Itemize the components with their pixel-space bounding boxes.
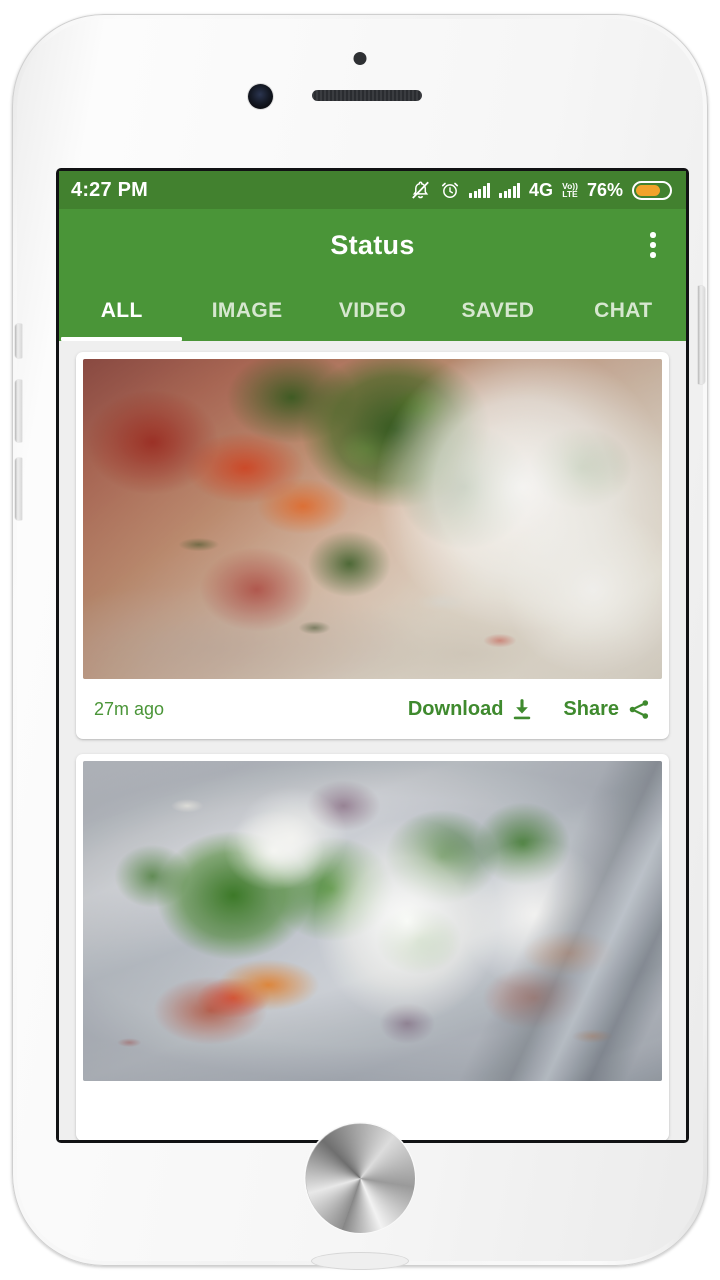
download-icon — [514, 698, 531, 719]
status-clock: 4:27 PM — [71, 178, 148, 201]
card-actions: Download Share — [408, 698, 651, 721]
home-button[interactable] — [305, 1123, 415, 1233]
share-icon — [629, 699, 649, 719]
earpiece-speaker-icon — [312, 90, 422, 101]
download-button[interactable]: Download — [408, 698, 534, 721]
tab-chat[interactable]: CHAT — [561, 281, 686, 341]
volume-down-button[interactable] — [15, 458, 22, 520]
volte-icon: Vo)) LTE — [562, 181, 578, 199]
tab-all[interactable]: ALL — [59, 281, 184, 341]
list-item[interactable]: 27m ago Download Share — [76, 352, 669, 739]
power-button[interactable] — [698, 286, 705, 384]
more-vertical-icon[interactable] — [638, 228, 668, 262]
download-label: Download — [407, 697, 504, 720]
tab-image[interactable]: IMAGE — [184, 281, 309, 341]
page-title: Status — [330, 229, 415, 260]
status-bar: 4:27 PM 4G Vo)) LTE 76% — [59, 171, 686, 209]
card-footer: 27m ago Download Share — [76, 679, 669, 739]
screen-bezel: 4:27 PM 4G Vo)) LTE 76% Status ALL IMAGE… — [56, 168, 689, 1143]
tab-bar: ALL IMAGE VIDEO SAVED CHAT — [59, 281, 686, 341]
tab-saved[interactable]: SAVED — [435, 281, 560, 341]
phone-device-frame: 4:27 PM 4G Vo)) LTE 76% Status ALL IMAGE… — [12, 14, 708, 1269]
battery-percent-label: 76% — [586, 179, 623, 200]
app-bar: Status — [59, 209, 686, 281]
alarm-icon — [441, 182, 459, 199]
food-photo-image — [83, 359, 662, 679]
dot — [650, 252, 656, 258]
front-camera-icon — [248, 84, 273, 109]
tab-video[interactable]: VIDEO — [310, 281, 435, 341]
status-media-thumbnail[interactable] — [83, 359, 662, 679]
phone-screen: 4:27 PM 4G Vo)) LTE 76% Status ALL IMAGE… — [59, 171, 686, 1140]
battery-fill — [636, 184, 661, 196]
dot — [650, 232, 656, 238]
volte-bottom-label: LTE — [562, 189, 578, 199]
network-type-label: 4G — [529, 179, 554, 200]
mute-switch[interactable] — [15, 324, 22, 358]
signal-bars-icon-2 — [499, 182, 521, 198]
dot — [650, 242, 656, 248]
share-button[interactable]: Share — [563, 698, 651, 721]
food-photo-image — [83, 761, 662, 1081]
signal-bars-icon — [469, 182, 491, 198]
status-feed-list[interactable]: 27m ago Download Share — [59, 341, 686, 1140]
volume-up-button[interactable] — [15, 380, 22, 442]
proximity-sensor-icon — [353, 52, 367, 65]
status-bar-icons: 4G Vo)) LTE 76% — [410, 180, 672, 201]
device-bottom-edge — [312, 1253, 408, 1269]
notifications-off-icon — [412, 180, 429, 199]
status-media-thumbnail[interactable] — [83, 761, 662, 1081]
battery-icon — [632, 180, 672, 200]
list-item[interactable] — [76, 754, 669, 1140]
share-label: Share — [563, 697, 619, 720]
timestamp-label: 27m ago — [94, 698, 165, 719]
